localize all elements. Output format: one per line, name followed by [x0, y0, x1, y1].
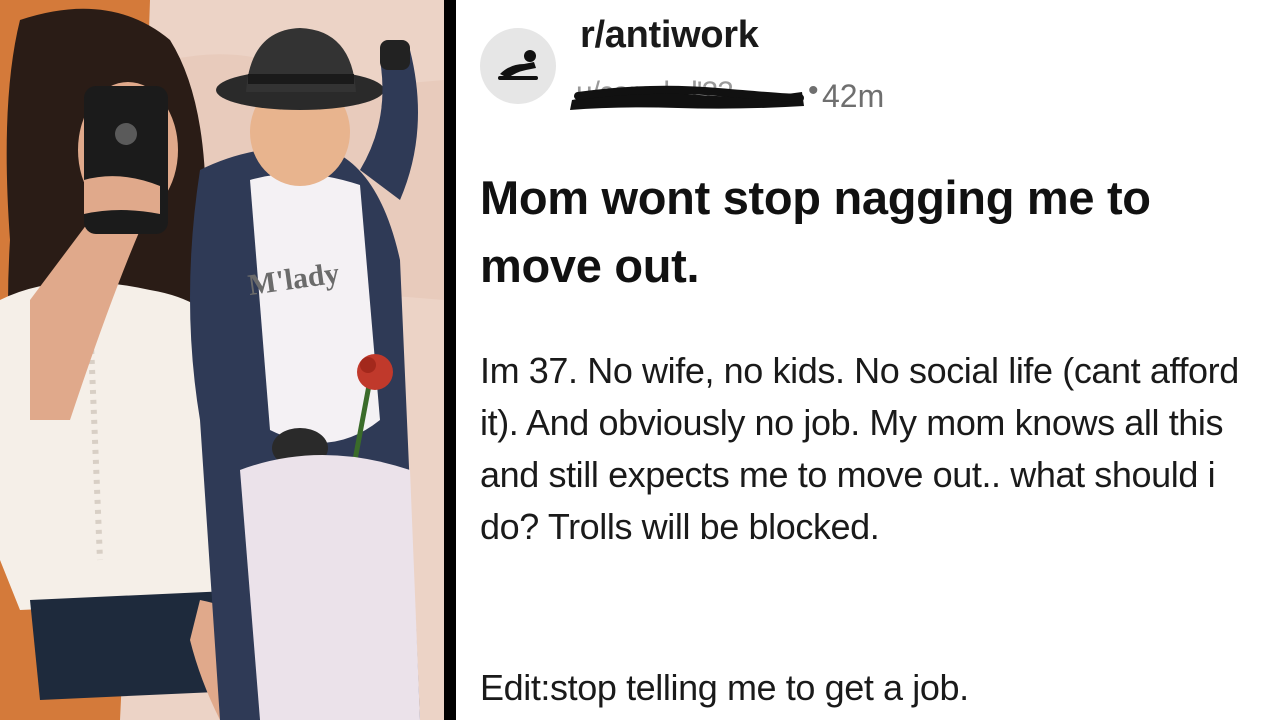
meta-separator: •	[808, 74, 819, 107]
post-edit-note: Edit:stop telling me to get a job.	[480, 667, 969, 708]
post-meta: u/carod...l'22 • 42m	[568, 70, 968, 120]
reclining-figure-icon	[498, 50, 538, 80]
panel-divider	[444, 0, 456, 720]
subreddit-avatar[interactable]	[480, 28, 556, 104]
subreddit-name[interactable]: r/antiwork	[580, 14, 759, 57]
post-body: Im 37. No wife, no kids. No social life …	[480, 350, 1239, 547]
selfie-photo: M'lady	[0, 0, 444, 720]
post-age: 42m	[822, 78, 885, 114]
redaction-scribble	[570, 85, 804, 110]
post-title[interactable]: Mom wont stop nagging me to move out.	[480, 164, 1270, 300]
reddit-post: r/antiwork u/carod...l'22 • 42m Mom wont…	[456, 0, 1280, 720]
photo-illustration: M'lady	[0, 0, 444, 720]
